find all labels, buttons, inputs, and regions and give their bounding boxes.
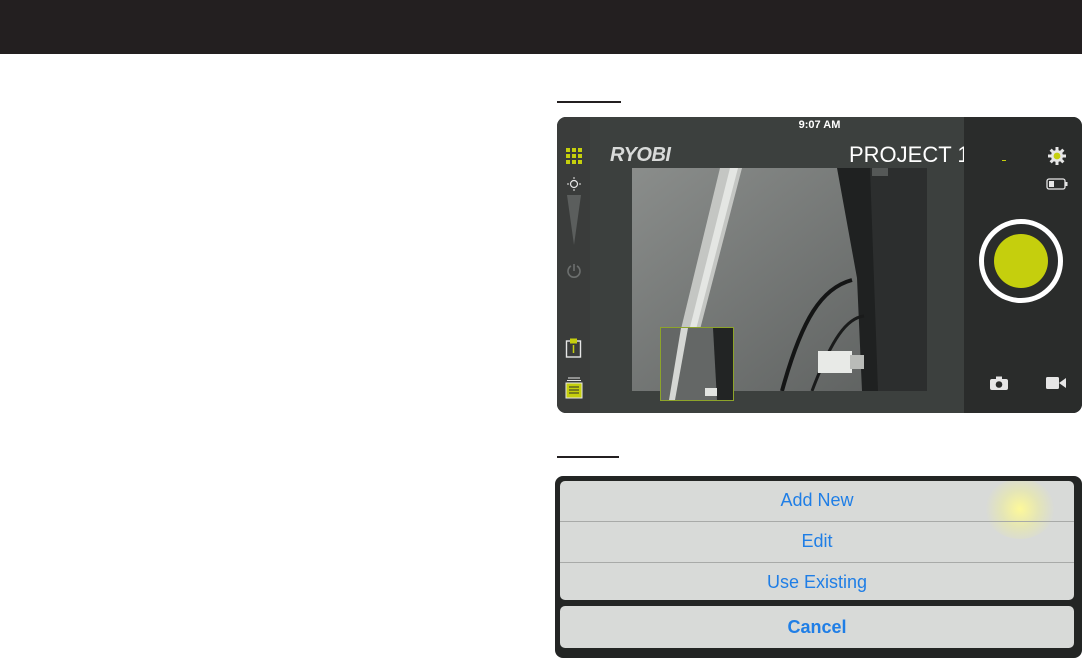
power-icon[interactable] [566,263,582,279]
settings-gear-icon[interactable] [1048,147,1066,165]
left-toolbar [557,117,590,413]
brightness-icon[interactable] [565,177,583,247]
cancel-button[interactable]: Cancel [560,606,1074,648]
action-sheet: Add New Edit Use Existing [560,481,1074,600]
video-icon[interactable] [1046,377,1066,389]
page-header-bar [0,0,1082,54]
camera-icon[interactable] [990,376,1008,390]
action-sheet-screen: Add New Edit Use Existing Cancel [555,476,1082,658]
thumbnail-preview[interactable] [660,327,734,401]
notes-icon[interactable] [565,377,583,399]
shutter-ring[interactable] [979,219,1063,303]
project-title[interactable]: PROJECT 1 [849,142,970,168]
indicator-mark [1002,160,1006,161]
grid-menu-icon[interactable] [566,148,582,164]
add-new-option[interactable]: Add New [560,481,1074,520]
camera-screen: 9:07 AM RYOBI PROJECT 1 [557,117,1082,413]
battery-icon [1046,178,1068,190]
brand-logo: RYOBI [610,144,671,166]
clipboard-icon[interactable] [565,338,582,358]
shutter-button[interactable] [994,234,1048,288]
figure-rule-1 [557,101,621,103]
edit-option[interactable]: Edit [560,522,1074,561]
thumbnail-image [661,328,733,400]
figure-rule-2 [557,456,619,458]
use-existing-option[interactable]: Use Existing [560,563,1074,600]
